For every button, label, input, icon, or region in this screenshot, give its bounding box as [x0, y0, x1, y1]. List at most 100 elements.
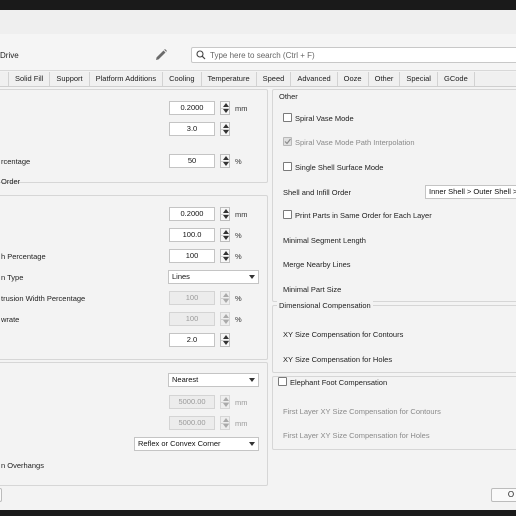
settings-tabs: Solid Fill Support Platform Additions Co…	[0, 72, 516, 87]
tab-advanced[interactable]: Advanced	[291, 72, 338, 86]
left-button[interactable]	[0, 488, 2, 502]
chevron-down-icon	[249, 378, 255, 382]
left-group-3: Nearest 5000.00 mm 5000.00 mm Reflex or …	[0, 362, 268, 486]
g3-r4-combo[interactable]: Reflex or Convex Corner	[134, 437, 259, 451]
tab-cooling[interactable]: Cooling	[163, 72, 202, 86]
g1-r2-field[interactable]: 3.0	[169, 122, 215, 136]
g2-r2-unit: %	[235, 231, 242, 240]
g2-r2-field[interactable]: 100.0	[169, 228, 215, 242]
min-segment-label: Minimal Segment Length	[283, 236, 366, 245]
spiral-interp-checkbox	[283, 137, 292, 146]
tab-ooze[interactable]: Ooze	[338, 72, 369, 86]
g3-r2-unit: mm	[235, 398, 248, 407]
g3-r1-combo-value: Nearest	[172, 375, 199, 384]
tab-other[interactable]: Other	[369, 72, 401, 86]
elephant-foot-title: Elephant Foot Compensation	[288, 378, 390, 387]
chevron-down-icon	[249, 442, 255, 446]
shell-infill-label: Shell and Infill Order	[283, 188, 351, 197]
g3-r4-combo-value: Reflex or Convex Corner	[138, 439, 221, 448]
g2-r5-unit: %	[235, 294, 242, 303]
g2-r1-spinner[interactable]	[220, 207, 230, 221]
tab-platform-additions[interactable]: Platform Additions	[90, 72, 164, 86]
g2-r3-unit: %	[235, 252, 242, 261]
g2-r3-label: h Percentage	[1, 252, 46, 261]
check-icon	[284, 138, 291, 145]
spiral-interp-label: Spiral Vase Mode Path Interpolation	[295, 138, 415, 147]
bottom-button-bar: O	[0, 488, 516, 510]
g2-r5-field: 100	[169, 291, 215, 305]
g2-r3-spinner[interactable]	[220, 249, 230, 263]
spiral-vase-label: Spiral Vase Mode	[295, 114, 354, 123]
tab-special[interactable]: Special	[400, 72, 438, 86]
first-layer-holes-label: First Layer XY Size Compensation for Hol…	[283, 431, 430, 440]
g2-r3-field[interactable]: 100	[169, 249, 215, 263]
g2-r2-spinner[interactable]	[220, 228, 230, 242]
tab-gcode[interactable]: GCode	[438, 72, 475, 86]
search-input[interactable]	[210, 49, 510, 61]
g3-r2-field: 5000.00	[169, 395, 215, 409]
layer-height-unit: mm	[235, 104, 248, 113]
layer-height-spinner[interactable]	[220, 101, 230, 115]
tab-previous-cut[interactable]	[0, 72, 9, 86]
single-shell-checkbox[interactable]	[283, 162, 292, 171]
g1-r3-unit: %	[235, 157, 242, 166]
g3-r1-combo[interactable]: Nearest	[168, 373, 259, 387]
g2-r6-field: 100	[169, 312, 215, 326]
g3-r5-label: n Overhangs	[1, 461, 44, 470]
g1-r2-spinner[interactable]	[220, 122, 230, 136]
left-group-2: 0.2000 mm 100.0 % h Percentage 100 % n T…	[0, 195, 268, 360]
shell-infill-combo-value: Inner Shell > Outer Shell >	[429, 187, 516, 196]
chevron-down-icon	[249, 275, 255, 279]
tab-temperature[interactable]: Temperature	[202, 72, 257, 86]
search-box[interactable]	[191, 47, 516, 63]
window-titlebar	[0, 10, 516, 34]
elephant-foot-checkbox[interactable]	[278, 377, 287, 386]
g3-r3-unit: mm	[235, 419, 248, 428]
g2-r4-label: n Type	[1, 273, 24, 282]
g1-r3-label: rcentage	[1, 157, 31, 166]
search-icon	[196, 50, 206, 60]
spiral-vase-checkbox[interactable]	[283, 113, 292, 122]
g1-r3-spinner[interactable]	[220, 154, 230, 168]
single-shell-label: Single Shell Surface Mode	[295, 163, 384, 172]
g2-r4-combo[interactable]: Lines	[168, 270, 259, 284]
ok-button[interactable]: O	[491, 488, 516, 502]
xy-holes-label: XY Size Compensation for Holes	[283, 355, 393, 364]
g2-r4-combo-value: Lines	[172, 272, 190, 281]
shell-infill-combo[interactable]: Inner Shell > Outer Shell >	[425, 185, 516, 199]
left-group-1: 0.2000 mm 3.0 rcentage 50 % Order	[0, 89, 268, 186]
other-group-title: Other	[277, 92, 300, 101]
xy-contours-label: XY Size Compensation for Contours	[283, 330, 404, 339]
preset-name: Drive	[0, 51, 19, 60]
tab-support[interactable]: Support	[50, 72, 90, 86]
header-bar: Drive	[0, 34, 516, 71]
min-part-label: Minimal Part Size	[283, 285, 342, 294]
edit-pencil-icon[interactable]	[154, 48, 168, 62]
g2-r6-label: wrate	[1, 315, 20, 324]
g2-r6-spinner	[220, 312, 230, 326]
tab-speed[interactable]: Speed	[257, 72, 292, 86]
elephant-foot-group: Elephant Foot Compensation First Layer X…	[272, 376, 516, 450]
g1-r3-field[interactable]: 50	[169, 154, 215, 168]
g2-r1-field[interactable]: 0.2000	[169, 207, 215, 221]
process-settings-window: Drive Solid Fill Support Platform Additi…	[0, 10, 516, 510]
merge-lines-label: Merge Nearby Lines	[283, 260, 351, 269]
dim-comp-group: Dimensional Compensation XY Size Compens…	[272, 301, 516, 373]
g3-r3-spinner	[220, 416, 230, 430]
other-group: Other Spiral Vase Mode Spiral Vase Mode …	[272, 89, 516, 302]
print-parts-checkbox[interactable]	[283, 210, 292, 219]
g2-r5-spinner	[220, 291, 230, 305]
g2-r7-field[interactable]: 2.0	[169, 333, 215, 347]
g2-r6-unit: %	[235, 315, 242, 324]
g3-r2-spinner	[220, 395, 230, 409]
layer-height-field[interactable]: 0.2000	[169, 101, 215, 115]
print-parts-label: Print Parts in Same Order for Each Layer	[295, 211, 432, 220]
g2-r7-spinner[interactable]	[220, 333, 230, 347]
g2-r1-unit: mm	[235, 210, 248, 219]
dim-comp-title: Dimensional Compensation	[277, 301, 373, 310]
g1-r4-label: Order	[1, 177, 21, 186]
g3-r3-field: 5000.00	[169, 416, 215, 430]
g2-r5-label: trusion Width Percentage	[1, 294, 86, 303]
first-layer-contours-label: First Layer XY Size Compensation for Con…	[283, 407, 441, 416]
tab-solid-fill[interactable]: Solid Fill	[9, 72, 51, 86]
